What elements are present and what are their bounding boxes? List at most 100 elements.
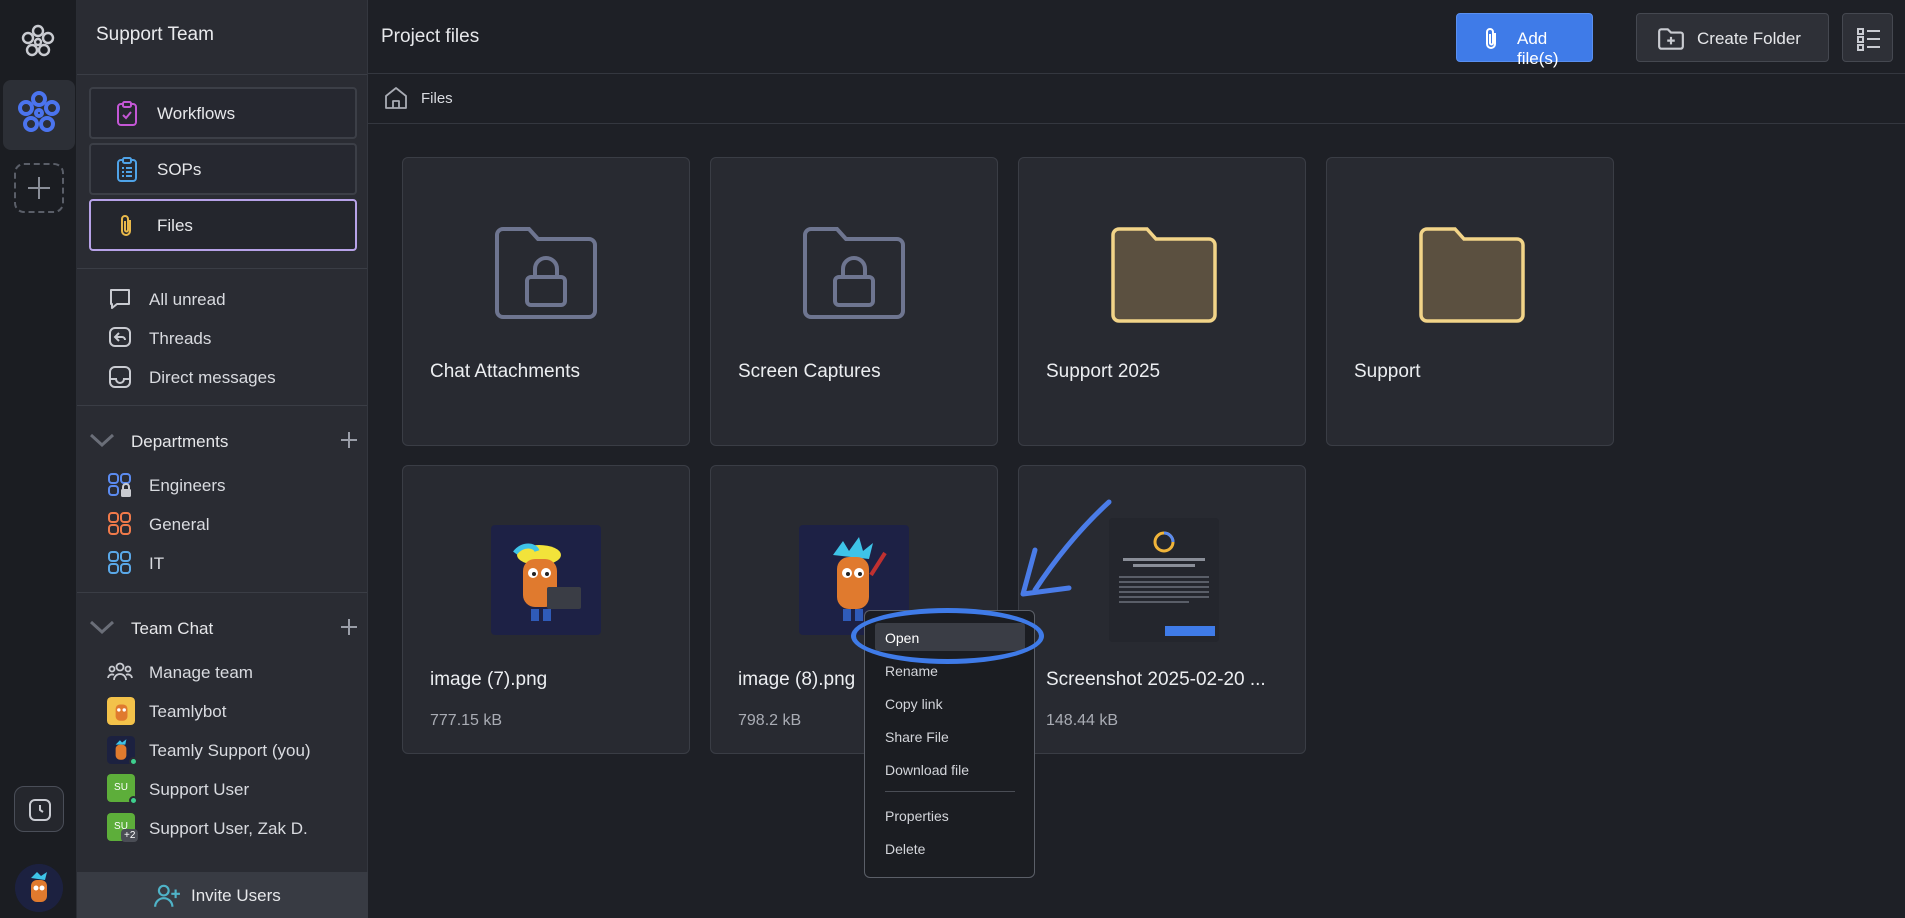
- workspace-rail: [0, 0, 77, 918]
- menu-item-download-file[interactable]: Download file: [885, 762, 969, 778]
- home-icon[interactable]: [383, 85, 409, 111]
- nav-workflows[interactable]: Workflows: [89, 87, 357, 139]
- list-view-button[interactable]: [1842, 13, 1893, 62]
- chat-label: Manage team: [149, 663, 253, 682]
- paperclip-icon: [1486, 28, 1496, 49]
- grid-lock-icon: [108, 473, 131, 497]
- folder-name: Support 2025: [1046, 361, 1161, 382]
- inbox-icon: [109, 366, 131, 388]
- file-size: 777.15 kB: [430, 712, 503, 729]
- member-count-badge: +2: [121, 829, 139, 842]
- workspace-logo-icon: [18, 91, 60, 132]
- folder-card-support[interactable]: Support: [1326, 157, 1614, 446]
- folder-card-screen-captures[interactable]: Screen Captures: [710, 157, 998, 446]
- add-chat-button[interactable]: [339, 617, 359, 637]
- section-label: Team Chat: [131, 619, 214, 638]
- people-icon: [107, 662, 133, 681]
- menu-item-copy-link[interactable]: Copy link: [885, 696, 943, 712]
- chat-support-user[interactable]: SU Support User: [107, 774, 357, 805]
- screenshot-preview-image: [1109, 518, 1219, 642]
- file-size: 148.44 kB: [1046, 712, 1119, 729]
- breadcrumb-files[interactable]: Files: [421, 90, 453, 107]
- chat-label: Teamlybot: [149, 702, 227, 721]
- menu-divider: [885, 791, 1015, 792]
- add-files-label: Add file(s): [1517, 29, 1559, 68]
- department-general[interactable]: General: [107, 509, 357, 539]
- chat-support-user-group[interactable]: SU +2 Support User, Zak D.: [107, 813, 357, 843]
- add-workspace-button[interactable]: [14, 163, 64, 213]
- menu-item-delete[interactable]: Delete: [885, 841, 925, 857]
- grid-icon: [108, 551, 131, 574]
- user-avatar-icon: [15, 864, 63, 912]
- chat-teamly-support[interactable]: Teamly Support (you): [107, 735, 357, 766]
- teamly-logo-icon[interactable]: [18, 22, 58, 62]
- bot-avatar-icon: [107, 697, 135, 725]
- folder-card-support-2025[interactable]: Support 2025: [1018, 157, 1306, 446]
- folder-card-chat-attachments[interactable]: Chat Attachments: [402, 157, 690, 446]
- channel-sidebar: Support Team Workflows SOPs Files All un…: [77, 0, 368, 918]
- department-label: IT: [149, 554, 165, 573]
- add-user-icon: [154, 884, 180, 907]
- mascot-laptop-image: [491, 525, 601, 635]
- chat-label: Support User, Zak D.: [149, 819, 308, 838]
- history-button[interactable]: [14, 786, 64, 832]
- reply-icon: [109, 327, 131, 347]
- folder-name: Support: [1354, 361, 1421, 382]
- header-bar: Project files Add file(s) Create Folder: [368, 0, 1905, 74]
- section-team-chat[interactable]: Team Chat: [89, 613, 359, 643]
- locked-folder-icon: [803, 227, 905, 319]
- add-department-button[interactable]: [339, 430, 359, 450]
- folder-name: Chat Attachments: [430, 361, 580, 382]
- quick-label: Direct messages: [149, 368, 276, 387]
- quick-all-unread[interactable]: All unread: [107, 284, 357, 314]
- file-card-image-7[interactable]: image (7).png 777.15 kB: [402, 465, 690, 754]
- breadcrumb: Files: [368, 74, 1905, 124]
- create-folder-button[interactable]: Create Folder: [1636, 13, 1829, 62]
- department-label: General: [149, 515, 210, 534]
- clipboard-check-icon: [117, 101, 137, 126]
- menu-item-share-file[interactable]: Share File: [885, 729, 949, 745]
- folder-icon: [1111, 227, 1217, 323]
- grid-icon: [108, 512, 131, 535]
- invite-users-button[interactable]: Invite Users: [77, 872, 368, 918]
- section-label: Departments: [131, 432, 229, 451]
- chat-label: Support User: [149, 780, 250, 799]
- divider: [77, 592, 367, 593]
- paperclip-icon: [121, 215, 131, 236]
- file-name: Screenshot 2025-02-20 ...: [1046, 669, 1266, 690]
- annotation-ring: [851, 608, 1044, 664]
- clock-icon: [29, 799, 51, 821]
- folder-plus-icon: [1658, 28, 1684, 50]
- list-view-icon: [1857, 28, 1880, 51]
- menu-item-rename[interactable]: Rename: [885, 663, 938, 679]
- file-name: image (7).png: [430, 669, 548, 690]
- department-label: Engineers: [149, 476, 226, 495]
- workspace-support-team[interactable]: [3, 80, 75, 150]
- department-engineers[interactable]: Engineers: [107, 470, 357, 500]
- current-user-avatar[interactable]: [15, 864, 63, 912]
- nav-sops[interactable]: SOPs: [89, 143, 357, 195]
- folder-name: Screen Captures: [738, 361, 881, 382]
- chat-teamlybot[interactable]: Teamlybot: [107, 696, 357, 726]
- nav-label: Workflows: [157, 104, 236, 123]
- file-size: 798.2 kB: [738, 712, 802, 729]
- nav-files[interactable]: Files: [89, 199, 357, 251]
- invite-label: Invite Users: [191, 886, 281, 905]
- divider: [77, 74, 367, 75]
- chat-label: Teamly Support (you): [149, 741, 311, 760]
- quick-label: All unread: [149, 290, 226, 309]
- folder-icon: [1419, 227, 1525, 323]
- quick-direct-messages[interactable]: Direct messages: [107, 362, 357, 392]
- section-departments[interactable]: Departments: [89, 426, 359, 456]
- chevron-down-icon: [89, 620, 115, 635]
- annotation-arrow-icon: [1020, 499, 1112, 597]
- page-title: Project files: [381, 26, 480, 47]
- menu-item-properties[interactable]: Properties: [885, 808, 949, 824]
- department-it[interactable]: IT: [107, 548, 357, 578]
- quick-threads[interactable]: Threads: [107, 323, 357, 353]
- chat-manage-team[interactable]: Manage team: [107, 657, 357, 687]
- image-thumbnail: [491, 525, 601, 635]
- nav-label: Files: [157, 216, 193, 235]
- team-name[interactable]: Support Team: [96, 24, 214, 46]
- add-files-button[interactable]: Add file(s): [1456, 13, 1593, 68]
